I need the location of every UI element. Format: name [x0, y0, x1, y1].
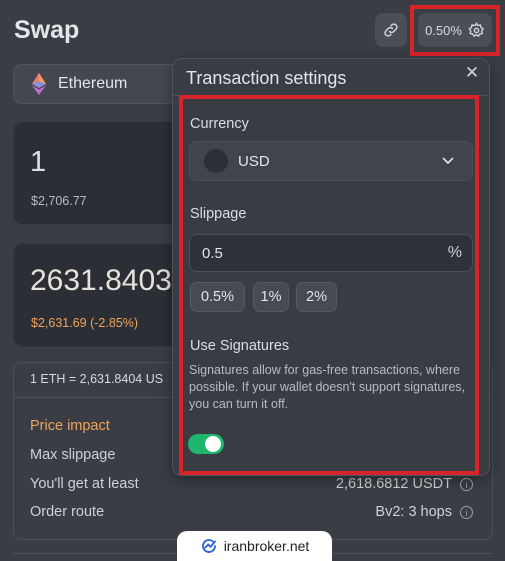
min-received-value: 2,618.6812 USDT: [335, 476, 452, 492]
network-select[interactable]: Ethereum: [13, 64, 183, 104]
highlight-box-panel: [179, 95, 479, 475]
min-received-label: You'll get at least: [30, 476, 139, 492]
max-slippage-label: Max slippage: [30, 447, 116, 463]
order-route-label: Order route: [30, 504, 105, 520]
to-usd-value: $2,631.69 (-2.85%): [31, 316, 139, 330]
info-icon[interactable]: i: [460, 478, 473, 491]
from-amount[interactable]: 1: [30, 146, 46, 179]
price-impact-label: Price impact: [30, 418, 110, 434]
link-icon: [384, 23, 398, 37]
close-icon[interactable]: ✕: [463, 63, 481, 82]
watermark: iranbroker.net: [177, 531, 332, 561]
highlight-box-settings: [410, 5, 500, 56]
iranbroker-logo-icon: [201, 539, 216, 553]
exchange-rate: 1 ETH = 2,631.8404 US: [30, 372, 164, 386]
network-label: Ethereum: [58, 75, 128, 92]
to-amount: 2631.8403: [30, 264, 172, 297]
watermark-text: iranbroker.net: [223, 538, 310, 554]
ethereum-icon: [32, 73, 46, 95]
share-link-button[interactable]: [375, 13, 407, 47]
page-title: Swap: [14, 16, 80, 44]
from-usd-value: $2,706.77: [31, 194, 87, 208]
info-icon[interactable]: i: [460, 506, 473, 519]
order-route-value: Bv2: 3 hops: [375, 504, 452, 520]
panel-title: Transaction settings: [186, 68, 347, 88]
